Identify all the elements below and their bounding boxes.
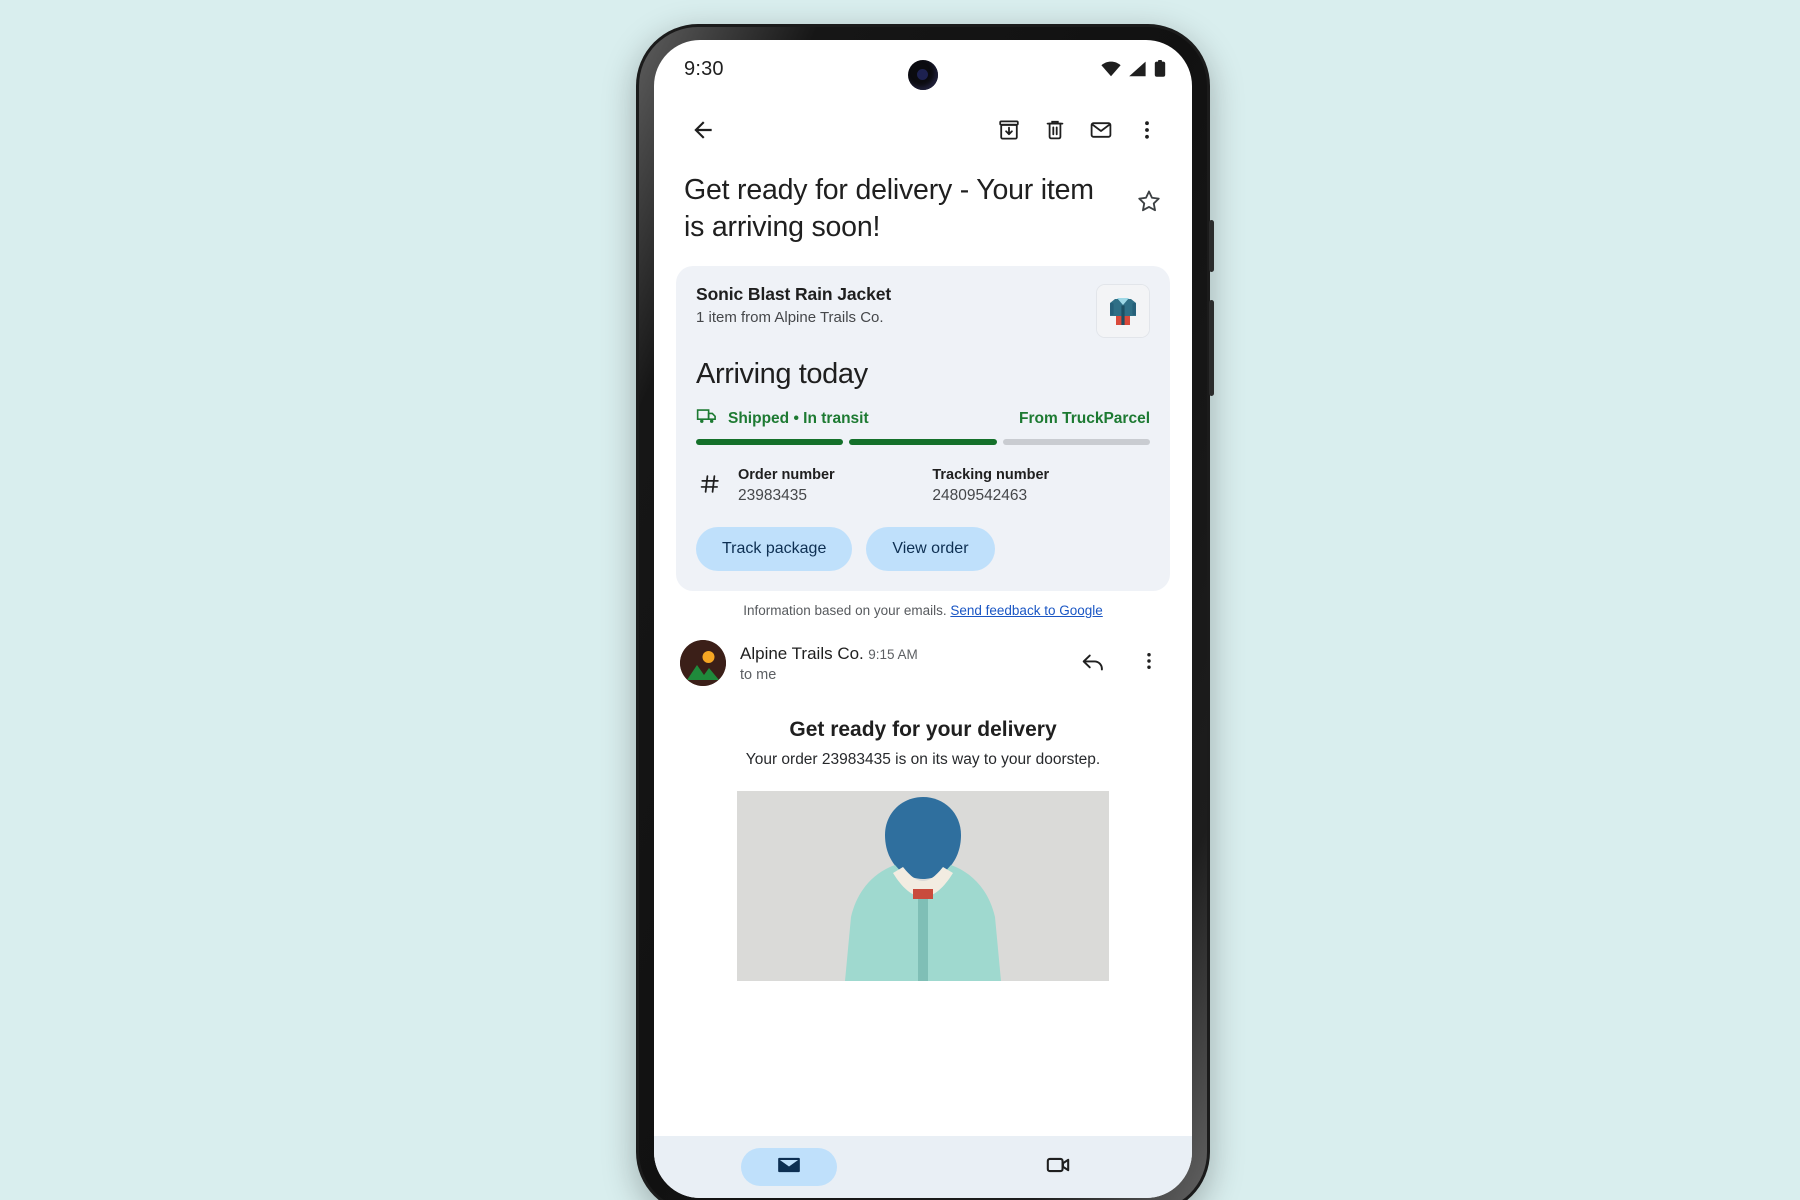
status-icon-group bbox=[1101, 60, 1166, 78]
subject-row: Get ready for delivery - Your item is ar… bbox=[654, 162, 1192, 250]
nav-mail-tab[interactable] bbox=[740, 1148, 837, 1186]
message-overflow-button[interactable] bbox=[1128, 642, 1170, 684]
archive-button[interactable] bbox=[986, 107, 1032, 153]
package-tracking-card: Sonic Blast Rain Jacket 1 item from Alpi… bbox=[676, 266, 1170, 592]
order-number-columns: Order number 23983435 Tracking number 24… bbox=[738, 467, 1150, 505]
recipient-label: to me bbox=[740, 666, 777, 683]
trash-icon bbox=[1043, 118, 1067, 142]
mail-icon bbox=[1089, 118, 1113, 142]
order-number-label: Order number bbox=[738, 467, 835, 484]
sender-row: Alpine Trails Co. 9:15 AM to me bbox=[654, 618, 1192, 687]
arrival-estimate: Arriving today bbox=[696, 358, 868, 391]
back-button[interactable] bbox=[680, 107, 726, 153]
more-vertical-icon bbox=[1138, 650, 1160, 677]
delivery-progress-bar bbox=[696, 439, 1150, 446]
bottom-navigation bbox=[654, 1136, 1192, 1198]
sender-info: Alpine Trails Co. 9:15 AM to me bbox=[740, 644, 1058, 683]
blue-rain-jacket-photo bbox=[737, 791, 1109, 982]
sender-line: Alpine Trails Co. 9:15 AM bbox=[740, 644, 1058, 664]
progress-segment bbox=[849, 439, 997, 446]
card-disclaimer: Information based on your emails. Send f… bbox=[674, 603, 1172, 618]
tracking-number-label: Tracking number bbox=[932, 467, 1050, 484]
shipping-status-left: Shipped • In transit bbox=[696, 407, 1019, 430]
mark-unread-button[interactable] bbox=[1078, 107, 1124, 153]
rain-jacket-thumbnail bbox=[1096, 284, 1150, 339]
back-arrow-icon bbox=[690, 117, 716, 143]
avatar[interactable] bbox=[680, 640, 726, 687]
archive-icon bbox=[997, 118, 1021, 142]
order-number-value: 23983435 bbox=[738, 487, 807, 505]
hash-icon bbox=[696, 467, 724, 495]
battery-icon bbox=[1154, 60, 1166, 78]
delete-button[interactable] bbox=[1032, 107, 1078, 153]
truck-icon bbox=[696, 407, 718, 430]
carrier-name: From TruckParcel bbox=[1019, 409, 1150, 427]
tracking-number-value: 24809542463 bbox=[932, 487, 1028, 505]
more-vertical-icon bbox=[1135, 118, 1159, 142]
progress-segment bbox=[696, 439, 844, 446]
item-subtitle: 1 item from Alpine Trails Co. bbox=[696, 309, 884, 327]
tracking-number-block: Tracking number 24809542463 bbox=[932, 467, 1150, 505]
email-toolbar bbox=[654, 98, 1192, 162]
star-button[interactable] bbox=[1126, 180, 1172, 226]
shipping-status-text: Shipped • In transit bbox=[728, 409, 869, 427]
body-heading: Get ready for your delivery bbox=[789, 718, 1057, 742]
power-button[interactable] bbox=[1209, 220, 1214, 272]
star-outline-icon bbox=[1136, 188, 1162, 219]
body-paragraph: Your order 23983435 is on its way to you… bbox=[745, 751, 1101, 769]
disclaimer-text: Information based on your emails. bbox=[743, 603, 947, 619]
phone-device: 9:30 Get ready for delivery - Your item … bbox=[636, 24, 1214, 1200]
sender-name: Alpine Trails Co. bbox=[740, 643, 864, 663]
card-actions: Track package View order bbox=[696, 527, 1150, 572]
front-camera-icon bbox=[908, 60, 938, 90]
view-order-button[interactable]: View order bbox=[866, 527, 995, 572]
toolbar-overflow-button[interactable] bbox=[1124, 107, 1170, 153]
progress-segment bbox=[1002, 439, 1150, 446]
signal-icon bbox=[1128, 61, 1147, 77]
phone-screen: 9:30 Get ready for delivery - Your item … bbox=[654, 40, 1192, 1198]
track-package-button[interactable]: Track package bbox=[696, 527, 853, 572]
screenshot-canvas: 9:30 Get ready for delivery - Your item … bbox=[0, 0, 1800, 1200]
status-bar: 9:30 bbox=[654, 40, 1192, 98]
reply-button[interactable] bbox=[1072, 642, 1114, 684]
email-body: Get ready for your delivery Your order 2… bbox=[654, 686, 1192, 982]
nav-meet-tab[interactable] bbox=[1010, 1148, 1106, 1186]
order-number-block: Order number 23983435 bbox=[738, 467, 932, 505]
video-icon bbox=[1045, 1152, 1071, 1183]
card-header: Sonic Blast Rain Jacket 1 item from Alpi… bbox=[696, 284, 1150, 339]
volume-button[interactable] bbox=[1209, 300, 1214, 396]
mail-icon bbox=[776, 1152, 802, 1183]
card-header-text: Sonic Blast Rain Jacket 1 item from Alpi… bbox=[696, 284, 1086, 326]
reply-arrow-icon bbox=[1080, 648, 1106, 679]
shipping-status-row: Shipped • In transit From TruckParcel bbox=[696, 407, 1150, 430]
email-subject: Get ready for delivery - Your item is ar… bbox=[684, 174, 1094, 244]
sender-time: 9:15 AM bbox=[868, 646, 918, 662]
item-title: Sonic Blast Rain Jacket bbox=[696, 284, 892, 305]
order-details-row: Order number 23983435 Tracking number 24… bbox=[696, 467, 1150, 505]
send-feedback-link[interactable]: Send feedback to Google bbox=[950, 603, 1102, 618]
status-clock: 9:30 bbox=[684, 57, 724, 80]
wifi-icon bbox=[1101, 61, 1121, 77]
